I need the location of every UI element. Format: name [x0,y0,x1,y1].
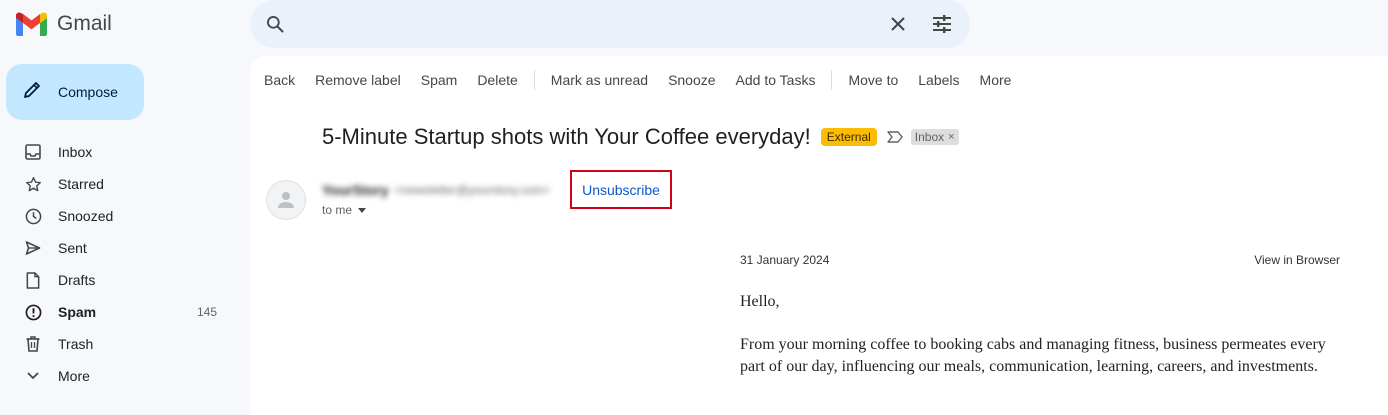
search-icon[interactable] [264,13,286,35]
importance-marker-icon[interactable] [887,130,905,144]
trash-icon [24,335,42,353]
sidebar-item-label: More [58,368,90,384]
sidebar-item-snoozed[interactable]: Snoozed [0,200,248,232]
remove-label-icon[interactable]: × [948,131,954,143]
search-bar [250,0,970,48]
email-body-date: 31 January 2024 [740,253,830,267]
sidebar-item-label: Starred [58,176,104,192]
report-icon [24,303,42,321]
chevron-down-icon [24,367,42,385]
sender-name: YourStory [322,182,389,198]
back-button[interactable]: Back [264,72,295,88]
recipients-label: to me [322,203,353,217]
sidebar-item-inbox[interactable]: Inbox [0,136,248,168]
close-icon[interactable] [886,12,910,36]
label-chip-inbox: Inbox × [910,129,959,145]
add-to-tasks-button[interactable]: Add to Tasks [736,72,816,88]
toolbar-divider [831,70,833,90]
message-toolbar: Back Remove label Spam Delete Mark as un… [264,70,1031,90]
sidebar-item-label: Trash [58,336,94,352]
gmail-logo-icon [16,12,47,36]
toolbar-divider [533,70,535,90]
sidebar-item-more[interactable]: More [0,360,248,392]
filter-options-icon[interactable] [930,12,954,36]
labels-button[interactable]: Labels [918,72,959,88]
app-name: Gmail [57,12,112,35]
sidebar-item-label: Inbox [58,144,93,160]
avatar[interactable] [266,180,306,220]
move-to-button[interactable]: Move to [848,72,898,88]
pencil-icon [22,80,42,105]
sidebar-item-drafts[interactable]: Drafts [0,264,248,296]
subject-row: 5-Minute Startup shots with Your Coffee … [322,124,959,150]
gmail-logo[interactable]: Gmail [16,10,112,38]
clock-icon [24,207,42,225]
sidebar-nav: Inbox Starred Snoozed Sent Drafts Spam 1… [0,136,248,392]
spam-count-badge: 145 [196,305,217,319]
inbox-icon [24,143,42,161]
sidebar-item-trash[interactable]: Trash [0,328,248,360]
remove-label-button[interactable]: Remove label [315,72,401,88]
email-subject: 5-Minute Startup shots with Your Coffee … [322,124,811,149]
external-badge: External [820,128,877,146]
label-chip-text: Inbox [914,130,945,144]
send-icon [24,239,42,257]
sidebar-item-label: Spam [58,304,97,320]
unsubscribe-link[interactable]: Unsubscribe [570,170,672,209]
compose-button[interactable]: Compose [6,64,144,120]
sidebar-item-label: Snoozed [58,208,114,224]
sidebar-item-spam[interactable]: Spam 145 [0,296,248,328]
sidebar-item-label: Sent [58,240,87,256]
compose-label: Compose [58,84,118,100]
view-in-browser-link[interactable]: View in Browser [1254,253,1340,267]
mark-unread-button[interactable]: Mark as unread [551,72,648,88]
star-icon [24,175,42,193]
person-icon [278,192,294,208]
file-icon [24,271,42,289]
report-spam-button[interactable]: Spam [421,72,458,88]
recipients-toggle[interactable]: to me [322,203,367,217]
delete-button[interactable]: Delete [477,72,517,88]
sidebar-item-label: Drafts [58,272,96,288]
search-input[interactable] [300,0,886,48]
snooze-button[interactable]: Snooze [668,72,715,88]
sender-email: <newsletter@yourstory.com> [394,183,550,197]
message-view: Back Remove label Spam Delete Mark as un… [250,56,1388,415]
sidebar-item-starred[interactable]: Starred [0,168,248,200]
caret-down-icon [358,207,367,213]
more-button[interactable]: More [980,72,1012,88]
sender-info: YourStory <newsletter@yourstory.com> [322,182,550,198]
sidebar-item-sent[interactable]: Sent [0,232,248,264]
email-body-paragraph: From your morning coffee to booking cabs… [740,336,1326,375]
email-greeting: Hello, [740,293,780,310]
